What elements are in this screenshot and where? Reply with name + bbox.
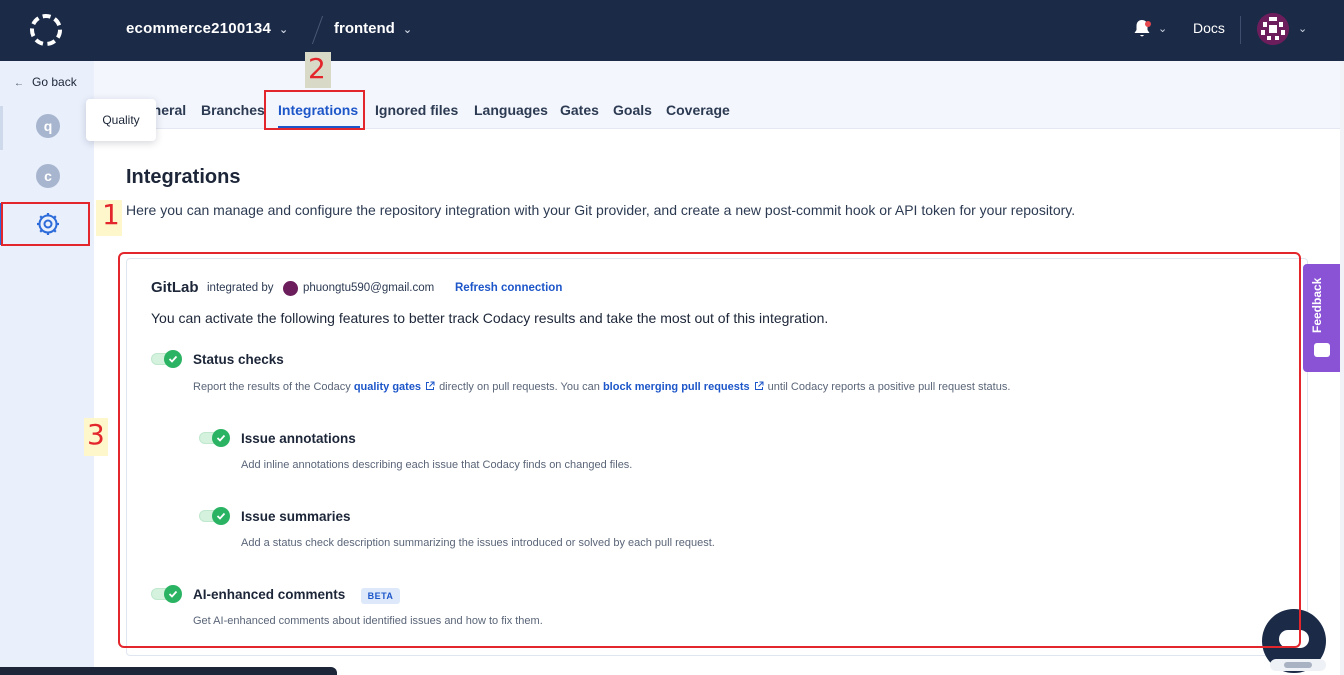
annotation-label-3: 3: [87, 418, 105, 451]
user-avatar[interactable]: [1257, 13, 1289, 45]
tab-languages[interactable]: Languages: [474, 102, 548, 118]
docs-link[interactable]: Docs: [1193, 20, 1225, 36]
page-title: Integrations: [126, 166, 241, 188]
organization-name: ecommerce2100134: [126, 20, 271, 37]
sidebar-indicator: [0, 106, 3, 150]
annotation-label-2: 2: [308, 52, 326, 85]
tab-coverage[interactable]: Coverage: [666, 102, 730, 118]
annotation-box-2: [264, 90, 365, 130]
organization-selector[interactable]: ecommerce2100134 ⌄: [126, 20, 288, 37]
page-description: Here you can manage and configure the re…: [126, 202, 1076, 218]
feedback-face-icon: [1314, 343, 1330, 357]
arrow-left-icon: ←: [14, 78, 24, 89]
chevron-down-icon: ⌄: [278, 24, 289, 36]
codacy-logo-icon[interactable]: [28, 12, 64, 48]
chevron-down-icon[interactable]: ⌄: [1158, 22, 1167, 35]
tab-branches[interactable]: Branches: [201, 102, 265, 118]
chevron-down-icon[interactable]: ⌄: [1298, 22, 1307, 35]
sidebar-item-quality[interactable]: q: [36, 114, 60, 138]
feedback-label: Feedback: [1310, 277, 1324, 333]
go-back-label: Go back: [32, 75, 77, 89]
scroll-thumb: [1284, 662, 1312, 668]
scroll-indicator: [1270, 659, 1326, 671]
chevron-down-icon: ⌄: [402, 24, 413, 36]
repository-name: frontend: [334, 20, 395, 37]
tab-ignored-files[interactable]: Ignored files: [375, 102, 458, 118]
tab-goals[interactable]: Goals: [613, 102, 652, 118]
browser-status-bar: [0, 667, 337, 675]
avatar-pattern-icon: [1257, 13, 1289, 45]
annotation-box-1: [1, 202, 90, 246]
tab-gates[interactable]: Gates: [560, 102, 599, 118]
sidebar: [0, 61, 94, 675]
repository-selector[interactable]: frontend ⌄: [334, 20, 412, 37]
sidebar-item-c[interactable]: c: [36, 164, 60, 188]
go-back-link[interactable]: ← Go back: [14, 75, 77, 89]
divider: [1240, 16, 1241, 44]
annotation-box-3: [118, 252, 1301, 648]
sidebar-tooltip: Quality: [86, 99, 156, 141]
scrollbar[interactable]: [1340, 61, 1344, 675]
annotation-label-1: 1: [102, 198, 120, 231]
notification-dot: [1145, 21, 1151, 27]
